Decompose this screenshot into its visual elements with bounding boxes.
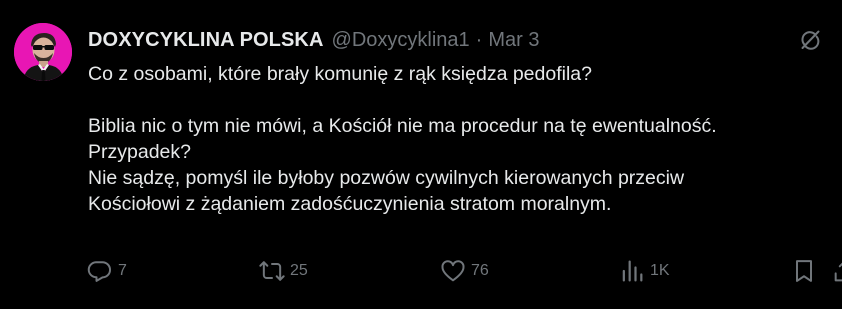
author-handle[interactable]: @Doxycyklina1 (332, 29, 470, 52)
repost-count: 25 (290, 262, 308, 279)
like-button[interactable]: 76 (439, 256, 489, 286)
avatar-portrait-icon (14, 23, 72, 81)
header-separator: · (475, 28, 483, 51)
tweet-header: DOXYCYKLINA POLSKA @Doxycyklina1 · Mar 3 (88, 27, 539, 53)
tweet-date[interactable]: Mar 3 (488, 29, 539, 52)
reply-icon (87, 261, 111, 282)
share-button[interactable] (831, 256, 842, 286)
bookmark-icon (796, 260, 812, 282)
reply-count: 7 (118, 262, 127, 279)
tweet-text-line: Biblia nic o tym nie mówi, a Kościół nie… (88, 115, 717, 137)
tweet-text-line: Przypadek? (88, 141, 191, 163)
heart-icon (441, 260, 465, 282)
avatar[interactable] (14, 23, 72, 81)
tweet-actions: 7 25 76 1K (86, 256, 842, 286)
views-count: 1K (650, 262, 670, 279)
tweet-text: Co z osobami, które brały komunię z rąk … (88, 61, 833, 217)
grok-icon (801, 30, 820, 50)
grok-button[interactable] (796, 26, 824, 54)
repost-icon (259, 261, 285, 281)
tweet-text-line: Nie sądzę, pomyśl ile byłoby pozwów cywi… (88, 167, 685, 189)
tweet[interactable]: DOXYCYKLINA POLSKA @Doxycyklina1 · Mar 3… (0, 0, 842, 309)
bookmark-button[interactable] (790, 256, 818, 286)
views-button[interactable]: 1K (618, 256, 670, 286)
reply-button[interactable]: 7 (86, 256, 127, 286)
tweet-text-line: Kościołowi z żądaniem zadośćuczynienia s… (88, 193, 612, 215)
share-icon (834, 262, 842, 282)
author-display-name[interactable]: DOXYCYKLINA POLSKA (88, 29, 324, 52)
tweet-text-line: Co z osobami, które brały komunię z rąk … (88, 63, 592, 85)
views-icon (622, 260, 643, 282)
like-count: 76 (471, 262, 489, 279)
repost-button[interactable]: 25 (258, 256, 308, 286)
